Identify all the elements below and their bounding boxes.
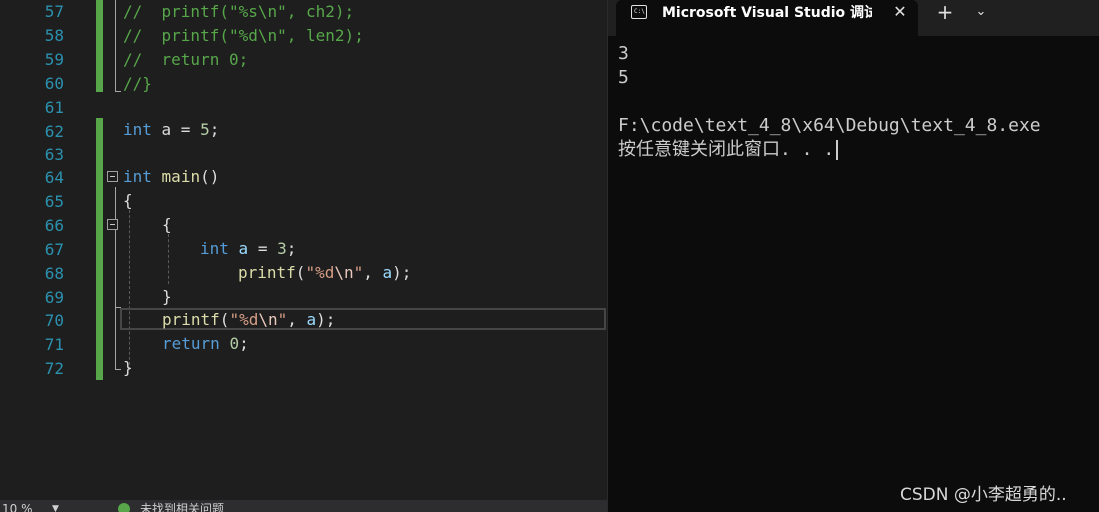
line-number: 58 xyxy=(44,26,64,45)
code-line-68[interactable]: printf("%d\n", a); xyxy=(238,261,411,285)
issues-status[interactable]: 未找到相关问题 xyxy=(140,501,224,512)
code-text: ); xyxy=(316,310,336,329)
code-line-59[interactable]: // return 0; xyxy=(123,48,248,72)
line-number: 62 xyxy=(44,122,64,141)
editor-status-bar: 10 % ▼ 未找到相关问题 xyxy=(0,500,607,512)
escape-sequence: \n xyxy=(258,310,278,329)
console-output: 3 5 F:\code\text_4_8\x64\Debug\text_4_8.… xyxy=(618,42,1041,162)
code-line-57[interactable]: // printf("%s\n", ch2); xyxy=(123,0,354,24)
terminal-icon-label: C:\ xyxy=(634,8,645,15)
code-text: ; xyxy=(286,239,297,258)
code-line-60[interactable]: //} xyxy=(123,72,152,96)
line-number: 65 xyxy=(44,192,64,211)
variable: a xyxy=(382,263,393,282)
new-tab-button[interactable]: + xyxy=(932,1,958,23)
change-indicator-bar xyxy=(96,0,103,92)
change-indicator-bar xyxy=(96,118,103,380)
code-line-66[interactable]: { xyxy=(162,213,172,237)
code-text: ( xyxy=(295,263,306,282)
indent-guide xyxy=(129,210,130,370)
watermark: CSDN @小李超勇的.. xyxy=(900,485,1067,505)
output-line: F:\code\text_4_8\x64\Debug\text_4_8.exe xyxy=(618,115,1041,136)
console-tab[interactable]: C:\ Microsoft Visual Studio 调试控制台 ✕ xyxy=(616,0,918,36)
code-text: ; xyxy=(239,334,249,353)
code-line-70[interactable]: printf("%d\n", a); xyxy=(162,308,335,332)
output-line-prompt: 按任意键关闭此窗口. . . xyxy=(618,138,1041,162)
line-number: 66 xyxy=(44,216,64,235)
keyword: return xyxy=(162,334,220,353)
code-editor[interactable]: 57 58 59 60 61 62 63 64 65 66 67 68 69 7… xyxy=(0,0,607,512)
line-number: 69 xyxy=(44,288,64,307)
line-number: 71 xyxy=(44,335,64,354)
code-line-72[interactable]: } xyxy=(123,356,133,380)
line-number: 61 xyxy=(44,98,64,117)
string-literal: " xyxy=(353,263,364,282)
keyword: int xyxy=(123,167,152,186)
zoom-dropdown-icon[interactable]: ▼ xyxy=(52,501,59,512)
output-line: 3 xyxy=(618,43,629,64)
line-number: 68 xyxy=(44,264,64,283)
variable: a xyxy=(238,239,249,258)
number-literal: 5 xyxy=(200,120,210,139)
function-name: printf xyxy=(162,310,220,329)
text-cursor xyxy=(836,140,839,160)
line-number: 67 xyxy=(44,240,64,259)
string-literal: " xyxy=(277,310,288,329)
code-line-62[interactable]: int a = 5; xyxy=(123,118,219,142)
collapse-toggle-icon[interactable] xyxy=(107,219,118,230)
line-number: 59 xyxy=(44,50,64,69)
number-literal: 3 xyxy=(277,239,287,258)
keyword: int xyxy=(123,120,152,139)
code-text: = xyxy=(248,239,278,258)
close-icon[interactable]: ✕ xyxy=(891,2,909,22)
outline-line xyxy=(115,91,121,92)
escape-sequence: \n xyxy=(334,263,354,282)
keyword: int xyxy=(200,239,229,258)
zoom-level[interactable]: 10 % xyxy=(2,501,33,512)
line-number: 64 xyxy=(44,168,64,187)
collapse-toggle-icon[interactable] xyxy=(107,171,118,182)
outline-line xyxy=(115,187,116,370)
chevron-down-icon[interactable]: ⌄ xyxy=(970,2,992,22)
variable: a xyxy=(306,310,317,329)
string-literal: "%d xyxy=(229,310,259,329)
number-literal: 0 xyxy=(229,334,240,353)
outline-line xyxy=(115,369,121,370)
function-name: printf xyxy=(238,263,296,282)
line-number: 57 xyxy=(44,2,64,21)
line-number: 60 xyxy=(44,74,64,93)
output-line: 5 xyxy=(618,67,629,88)
console-title-bar: C:\ Microsoft Visual Studio 调试控制台 ✕ + ⌄ xyxy=(608,0,1099,36)
code-line-58[interactable]: // printf("%d\n", len2); xyxy=(123,24,364,48)
code-line-71[interactable]: return 0; xyxy=(162,332,249,356)
code-line-64[interactable]: int main() xyxy=(123,165,219,189)
code-text: ( xyxy=(219,310,230,329)
code-text: , xyxy=(363,263,383,282)
code-text: ); xyxy=(392,263,412,282)
line-number: 63 xyxy=(44,145,64,164)
code-line-67[interactable]: int a = 3; xyxy=(200,237,296,261)
debug-console-window[interactable]: C:\ Microsoft Visual Studio 调试控制台 ✕ + ⌄ … xyxy=(607,0,1099,512)
outline-line xyxy=(115,0,116,92)
code-line-69[interactable]: } xyxy=(162,285,172,309)
indent-guide xyxy=(168,234,169,284)
line-number: 72 xyxy=(44,359,64,378)
prompt-text: 按任意键关闭此窗口. . . xyxy=(618,139,835,160)
code-text: , xyxy=(287,310,307,329)
no-issues-icon xyxy=(118,503,130,512)
code-line-65[interactable]: { xyxy=(123,189,133,213)
code-text: a = xyxy=(151,120,201,139)
console-tab-title: Microsoft Visual Studio 调试控制台 xyxy=(662,5,872,21)
code-text: ; xyxy=(209,120,220,139)
terminal-icon: C:\ xyxy=(631,5,647,19)
code-text: () xyxy=(200,167,220,186)
line-number: 70 xyxy=(44,311,64,330)
string-literal: "%d xyxy=(305,263,335,282)
function-name: main xyxy=(161,167,201,186)
